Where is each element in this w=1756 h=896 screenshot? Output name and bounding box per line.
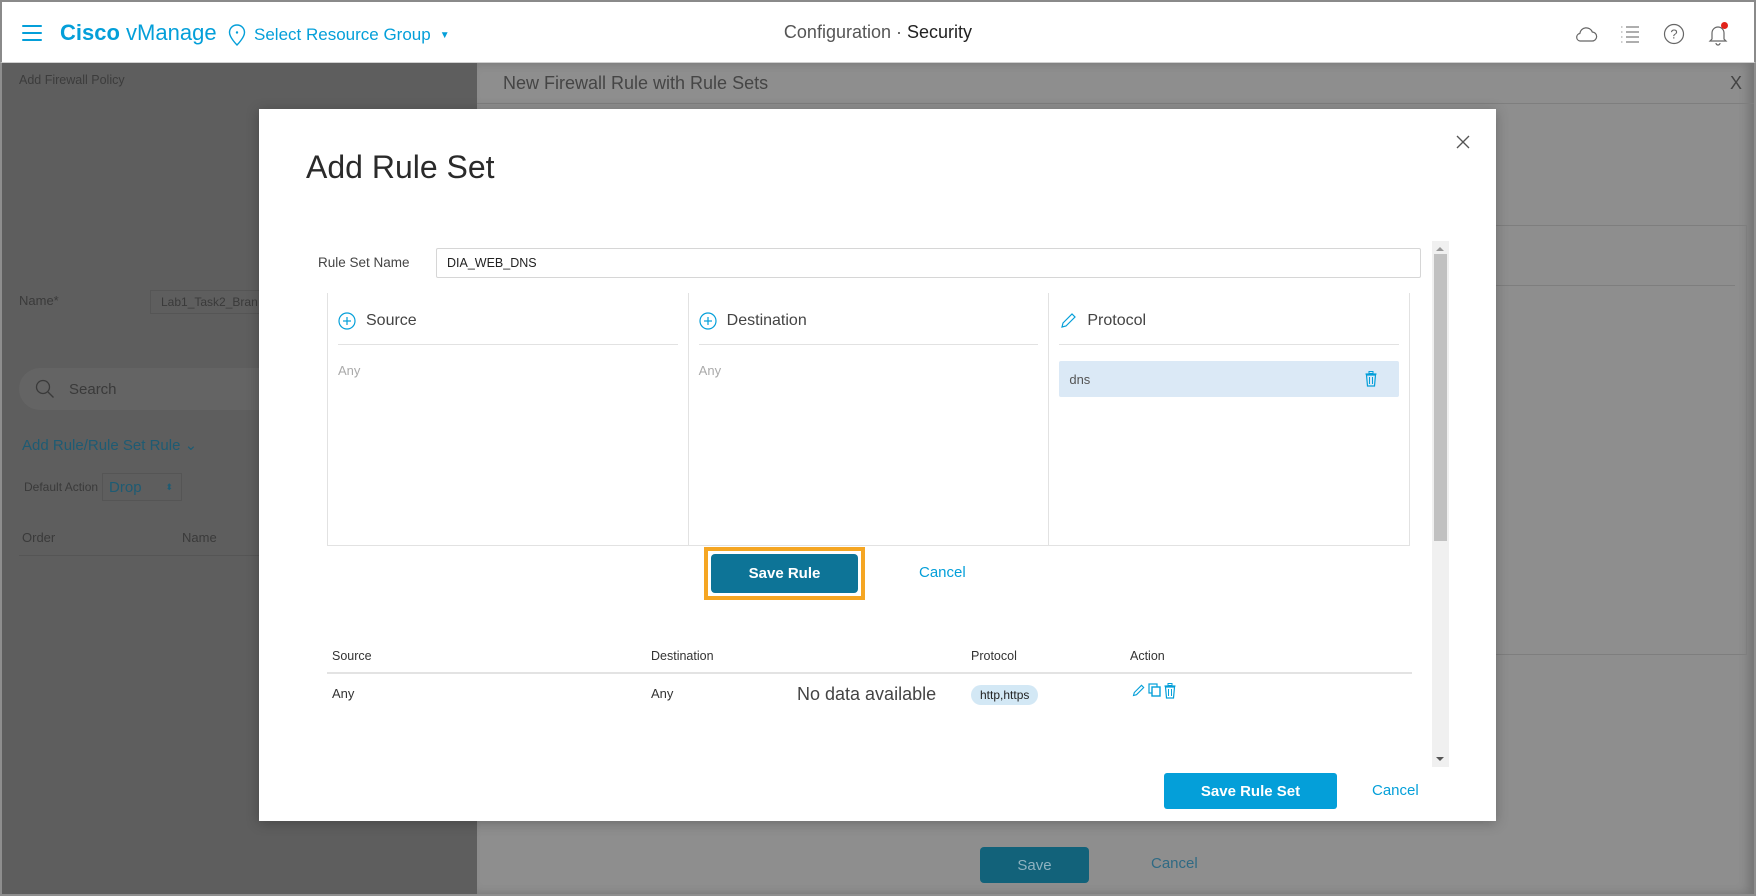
rule-set-name-label: Rule Set Name xyxy=(318,255,410,270)
source-value: Any xyxy=(338,363,361,378)
modal-title: Add Rule Set xyxy=(306,149,495,185)
panel-title: New Firewall Rule with Rule Sets xyxy=(503,73,769,93)
breadcrumb-parent[interactable]: Configuration xyxy=(784,22,891,42)
svg-text:?: ? xyxy=(1670,27,1677,42)
breadcrumb-current: Security xyxy=(907,22,973,42)
save-rule-set-button[interactable]: Save Rule Set xyxy=(1164,773,1337,809)
name-label: Name* xyxy=(19,293,59,308)
column-name: Name xyxy=(182,530,217,545)
page-title: Add Firewall Policy xyxy=(19,73,125,87)
default-action-value: Drop xyxy=(109,478,142,496)
column-source: Source xyxy=(332,649,372,663)
column-order: Order xyxy=(22,530,56,545)
rule-builder: Source Any Destination Any Protocol dns xyxy=(327,293,1410,546)
delete-icon[interactable] xyxy=(1164,683,1176,699)
destination-column: Destination Any xyxy=(689,293,1050,545)
panel-close-icon[interactable]: X xyxy=(1730,73,1742,94)
source-label: Source xyxy=(366,311,417,329)
table-header: Source Destination Protocol Action xyxy=(327,649,1412,674)
protocol-chip: http,https xyxy=(971,685,1039,705)
edit-icon[interactable] xyxy=(1132,683,1146,697)
add-rule-dropdown[interactable]: Add Rule/Rule Set Rule ⌄ xyxy=(22,436,197,454)
divider xyxy=(477,103,1754,104)
notification-dot xyxy=(1721,22,1728,29)
protocol-column: Protocol dns xyxy=(1049,293,1409,545)
search-placeholder: Search xyxy=(69,380,117,398)
breadcrumb-separator: · xyxy=(896,22,903,42)
default-action-select[interactable]: Drop ⬍ xyxy=(102,473,183,501)
close-icon[interactable] xyxy=(1454,133,1472,151)
chevron-down-icon: ⌄ xyxy=(184,437,198,454)
top-header: Cisco vManage Select Resource Group ▼ Con… xyxy=(0,0,1756,63)
add-rule-label: Add Rule/Rule Set Rule xyxy=(22,437,181,454)
cancel-button[interactable]: Cancel xyxy=(1372,782,1419,799)
search-icon xyxy=(35,379,54,398)
save-rule-highlight: Save Rule xyxy=(704,547,865,600)
protocol-label: Protocol xyxy=(1087,311,1147,329)
destination-value: Any xyxy=(698,363,722,378)
save-rule-button[interactable]: Save Rule xyxy=(711,554,858,593)
source-column: Source Any xyxy=(328,293,689,545)
column-action: Action xyxy=(1130,649,1165,663)
rules-table: Source Destination Protocol Action Any A… xyxy=(327,649,1412,719)
background-cancel-button[interactable]: Cancel xyxy=(1151,855,1198,872)
modal-scrollbar[interactable] xyxy=(1432,241,1449,767)
divider xyxy=(1467,285,1735,286)
protocol-item: dns xyxy=(1059,361,1400,397)
add-circle-icon[interactable] xyxy=(338,311,356,330)
scroll-up-arrow-icon[interactable] xyxy=(1436,247,1444,251)
copy-icon[interactable] xyxy=(1148,683,1162,697)
table-row: Any Any No data available http,https xyxy=(327,674,1412,719)
add-circle-icon[interactable] xyxy=(699,311,717,330)
rule-set-name-input[interactable] xyxy=(436,248,1421,278)
no-data-message: No data available xyxy=(797,684,937,704)
policy-name-field[interactable]: Lab1_Task2_Bran xyxy=(150,290,270,314)
row-destination: Any xyxy=(651,686,674,701)
background-save-button[interactable]: Save xyxy=(980,847,1089,883)
help-icon[interactable]: ? xyxy=(1662,22,1686,46)
column-destination: Destination xyxy=(651,649,714,663)
cloud-icon[interactable] xyxy=(1574,22,1598,46)
column-protocol: Protocol xyxy=(971,649,1017,663)
destination-label: Destination xyxy=(726,311,807,329)
default-action: Default Action Drop ⬍ xyxy=(24,473,183,501)
task-list-icon[interactable] xyxy=(1618,22,1642,46)
add-rule-set-modal: Add Rule Set Rule Set Name Source Any De… xyxy=(259,109,1496,821)
scrollbar-thumb[interactable] xyxy=(1434,254,1447,541)
row-actions xyxy=(1132,683,1176,699)
row-source: Any xyxy=(332,686,355,701)
background-panel-box xyxy=(1467,225,1747,655)
scroll-down-arrow-icon[interactable] xyxy=(1436,757,1444,761)
breadcrumb: Configuration · Security xyxy=(2,22,1754,43)
default-action-label: Default Action xyxy=(24,480,99,494)
pencil-icon[interactable] xyxy=(1059,312,1077,330)
cancel-rule-button[interactable]: Cancel xyxy=(919,564,966,581)
sort-arrows-icon: ⬍ xyxy=(165,481,174,492)
delete-icon[interactable] xyxy=(1365,371,1377,387)
protocol-value: dns xyxy=(1069,371,1091,387)
notifications-bell-icon[interactable] xyxy=(1706,22,1730,46)
